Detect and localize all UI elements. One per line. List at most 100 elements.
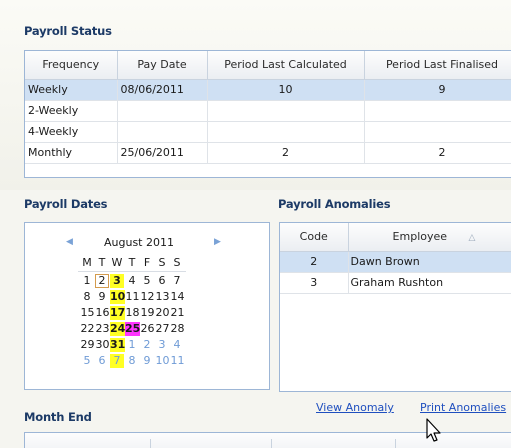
column-header-pay-date[interactable]: Pay Date (117, 51, 208, 80)
cell-frequency: Monthly (25, 142, 118, 164)
print-anomalies-link[interactable]: Print Anomalies (420, 401, 506, 414)
calendar-day-cell[interactable]: 15 (80, 306, 95, 320)
column-header-period-last-finalised[interactable]: Period Last Finalised (364, 51, 511, 80)
cell-last-finalised: 9 (364, 79, 511, 101)
cell-code: 3 (280, 272, 349, 294)
payroll-anomalies-grid[interactable]: Code Employee △ 2 Dawn Brown 3 Graham Ru… (279, 222, 511, 392)
column-header-code[interactable]: Code (280, 223, 349, 252)
calendar-day-cell[interactable]: 4 (170, 338, 184, 352)
calendar-day-of-week-label: W (111, 256, 123, 269)
calendar-day-of-week-label: F (143, 256, 151, 269)
calendar-day-cell[interactable]: 6 (95, 354, 109, 368)
employee-header-label: Employee (392, 230, 448, 244)
calendar-day-cell[interactable]: 11 (125, 290, 140, 304)
calendar-day-cell[interactable]: 14 (170, 290, 185, 304)
cell-frequency: 4-Weekly (25, 121, 118, 143)
calendar-day-cell[interactable]: 19 (140, 306, 155, 320)
calendar-day-cell[interactable]: 8 (125, 354, 139, 368)
calendar-day-of-week-label: T (98, 256, 106, 269)
calendar-day-cell[interactable]: 9 (140, 354, 154, 368)
calendar-day-cell[interactable]: 4 (125, 274, 139, 288)
calendar-day-cell[interactable]: 10 (155, 354, 170, 368)
calendar-day-cell[interactable]: 8 (80, 290, 94, 304)
cell-pay-date: 25/06/2011 (117, 142, 208, 164)
calendar-day-cell[interactable]: 1 (80, 274, 94, 288)
calendar-day-cell[interactable]: 17 (110, 306, 125, 320)
cell-last-calculated: 2 (207, 142, 365, 164)
calendar-day-of-week-label: S (173, 256, 181, 269)
payroll-status-grid[interactable]: Frequency Pay Date Period Last Calculate… (24, 50, 511, 178)
sort-ascending-icon: △ (468, 233, 476, 244)
cell-frequency: Weekly (25, 79, 118, 101)
calendar-day-of-week-label: M (82, 256, 92, 269)
calendar-day-cell[interactable]: 5 (140, 274, 154, 288)
cell-frequency: 2-Weekly (25, 100, 118, 122)
cell-last-finalised: 2 (364, 142, 511, 164)
table-row[interactable]: Weekly 08/06/2011 10 9 (25, 79, 511, 101)
table-row[interactable]: 4-Weekly (25, 121, 511, 143)
month-end-column-divider (271, 439, 272, 448)
view-anomaly-link[interactable]: View Anomaly (316, 401, 394, 414)
calendar-day-cell[interactable]: 29 (80, 338, 95, 352)
calendar-day-cell[interactable]: 20 (155, 306, 170, 320)
calendar-day-cell[interactable]: 3 (110, 274, 124, 288)
month-end-title: Month End (24, 410, 92, 424)
table-row[interactable]: 3 Graham Rushton (280, 272, 511, 294)
calendar-day-cell[interactable]: 21 (170, 306, 185, 320)
column-header-frequency[interactable]: Frequency (25, 51, 118, 80)
calendar-day-cell[interactable]: 7 (110, 354, 124, 368)
month-end-column-divider (150, 439, 151, 448)
cell-last-finalised (364, 100, 511, 122)
calendar-day-cell[interactable]: 31 (110, 338, 125, 352)
table-row[interactable]: Monthly 25/06/2011 2 2 (25, 142, 511, 164)
calendar-day-of-week-label: T (128, 256, 136, 269)
column-header-employee[interactable]: Employee △ (348, 223, 511, 252)
column-header-period-last-calculated[interactable]: Period Last Calculated (207, 51, 365, 80)
calendar-day-cell[interactable]: 2 (95, 274, 109, 288)
cell-last-finalised (364, 121, 511, 143)
cell-pay-date (117, 121, 208, 143)
calendar-day-cell[interactable]: 5 (80, 354, 94, 368)
calendar-day-cell[interactable]: 13 (155, 290, 170, 304)
calendar-month-label[interactable]: August 2011 (104, 236, 174, 249)
cell-last-calculated (207, 100, 365, 122)
calendar-header-divider (78, 271, 186, 272)
calendar-day-cell[interactable]: 1 (125, 338, 139, 352)
calendar-day-cell[interactable]: 9 (95, 290, 109, 304)
calendar-day-cell[interactable]: 26 (140, 322, 155, 336)
calendar-day-cell[interactable]: 11 (170, 354, 185, 368)
calendar-day-cell[interactable]: 6 (155, 274, 169, 288)
cell-pay-date: 08/06/2011 (117, 79, 208, 101)
payroll-status-title: Payroll Status (24, 24, 112, 38)
calendar-day-cell[interactable]: 7 (170, 274, 184, 288)
table-row[interactable]: 2 Dawn Brown (280, 251, 511, 273)
calendar-day-of-week-label: S (158, 256, 166, 269)
calendar-day-cell[interactable]: 27 (155, 322, 170, 336)
next-month-arrow-icon[interactable]: ▶ (214, 237, 221, 247)
calendar-day-cell[interactable]: 2 (140, 338, 154, 352)
cell-last-calculated (207, 121, 365, 143)
payroll-dates-title: Payroll Dates (24, 197, 108, 211)
calendar-day-cell[interactable]: 16 (95, 306, 110, 320)
prev-month-arrow-icon[interactable]: ◀ (66, 237, 73, 247)
calendar-day-cell[interactable]: 18 (125, 306, 140, 320)
cell-employee: Graham Rushton (348, 272, 511, 294)
calendar-day-cell[interactable]: 28 (170, 322, 185, 336)
calendar-day-cell[interactable]: 12 (140, 290, 155, 304)
calendar-day-cell[interactable]: 22 (80, 322, 95, 336)
calendar-day-cell[interactable]: 30 (95, 338, 110, 352)
calendar-header: ◀ August 2011 ▶ (22, 236, 221, 252)
cell-employee: Dawn Brown (348, 251, 511, 273)
cell-code: 2 (280, 251, 349, 273)
payroll-anomalies-title: Payroll Anomalies (278, 197, 391, 211)
calendar-day-cell[interactable]: 25 (125, 322, 140, 336)
calendar-day-cell[interactable]: 23 (95, 322, 110, 336)
calendar-day-cell[interactable]: 24 (110, 322, 125, 336)
cell-pay-date (117, 100, 208, 122)
mouse-pointer-icon (426, 418, 441, 442)
month-end-column-divider (395, 439, 396, 448)
calendar-day-cell[interactable]: 3 (155, 338, 169, 352)
table-row[interactable]: 2-Weekly (25, 100, 511, 122)
calendar-day-cell[interactable]: 10 (110, 290, 125, 304)
cell-last-calculated: 10 (207, 79, 365, 101)
